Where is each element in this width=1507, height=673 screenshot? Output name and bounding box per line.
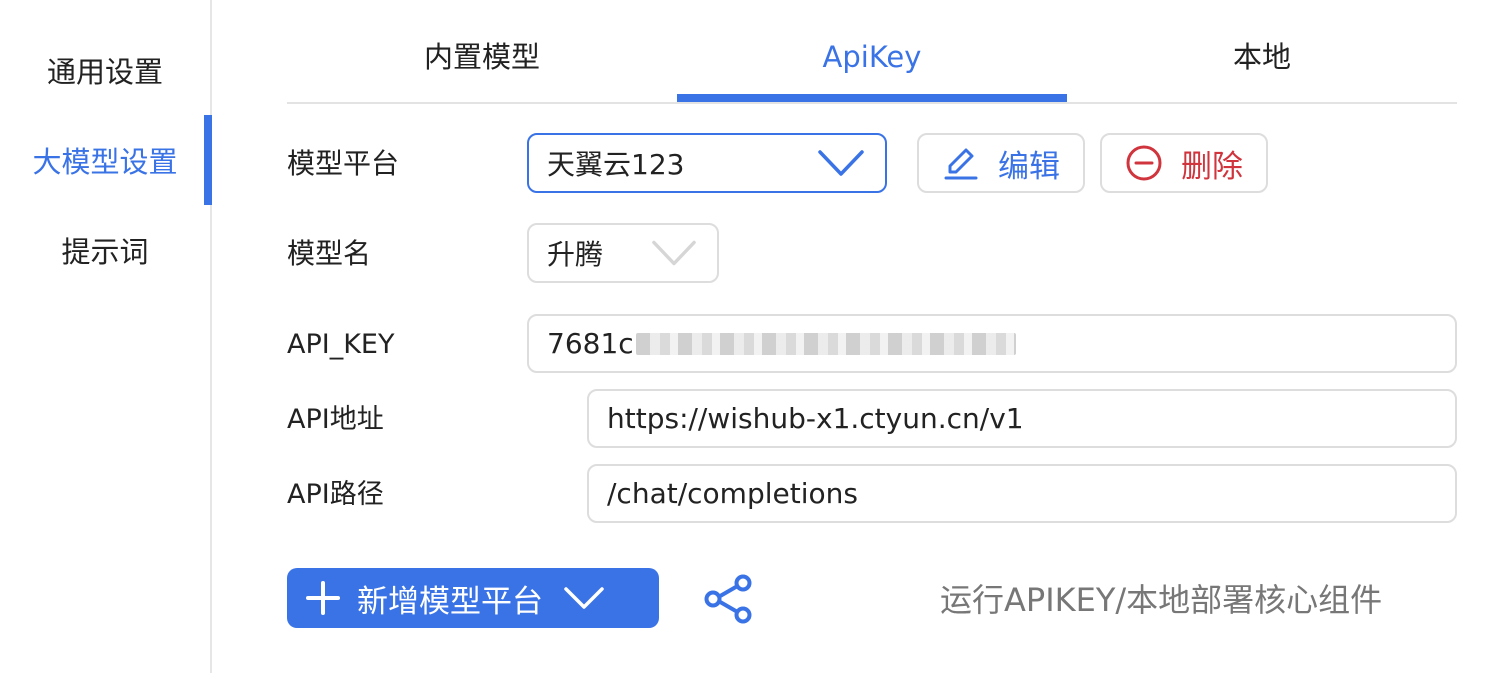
tab-label: ApiKey <box>822 40 922 74</box>
add-model-platform-button[interactable]: 新增模型平台 <box>287 568 659 628</box>
core-component-link[interactable]: 运行APIKEY/本地部署核心组件 <box>940 578 1382 622</box>
sidebar-active-indicator <box>204 115 212 205</box>
platform-label: 模型平台 <box>287 147 400 180</box>
api-address-input[interactable]: https://wishub-x1.ctyun.cn/v1 <box>587 389 1457 448</box>
api-address-value: https://wishub-x1.ctyun.cn/v1 <box>607 402 1024 435</box>
tab-label: 内置模型 <box>423 40 540 74</box>
sidebar-item-general-settings[interactable]: 通用设置 <box>0 52 210 92</box>
add-model-platform-label: 新增模型平台 <box>357 583 543 620</box>
model-name-select[interactable]: 升腾 <box>527 223 719 283</box>
api-key-masked <box>635 332 1016 355</box>
share-icon[interactable] <box>704 574 754 624</box>
api-key-visible-prefix: 7681c <box>547 327 634 360</box>
tab-apikey[interactable]: ApiKey <box>677 30 1067 102</box>
api-path-input[interactable]: /chat/completions <box>587 464 1457 523</box>
delete-button[interactable]: 删除 <box>1100 133 1268 193</box>
api-path-value: /chat/completions <box>607 477 858 510</box>
api-address-label: API地址 <box>287 404 384 435</box>
sidebar-item-label: 提示词 <box>61 235 149 269</box>
model-name-select-value: 升腾 <box>547 238 604 271</box>
tab-builtin-models[interactable]: 内置模型 <box>287 30 677 100</box>
sidebar-item-llm-settings[interactable]: 大模型设置 <box>0 142 210 182</box>
api-path-label: API路径 <box>287 479 384 510</box>
chevron-down-icon <box>564 587 604 609</box>
pencil-icon <box>944 148 978 180</box>
sidebar-item-label: 通用设置 <box>46 55 163 89</box>
sidebar-item-prompts[interactable]: 提示词 <box>0 232 210 272</box>
model-source-tabs: 内置模型 ApiKey 本地 <box>287 30 1457 104</box>
edit-button-label: 编辑 <box>998 148 1060 185</box>
sidebar: 通用设置 大模型设置 提示词 <box>0 0 212 673</box>
chevron-down-icon <box>652 240 696 266</box>
edit-button[interactable]: 编辑 <box>917 133 1085 193</box>
minus-circle-icon <box>1126 145 1162 181</box>
tab-local[interactable]: 本地 <box>1067 30 1457 100</box>
platform-select-value: 天翼云123 <box>547 148 685 181</box>
platform-select[interactable]: 天翼云123 <box>527 133 887 193</box>
api-key-input[interactable]: 7681c <box>527 314 1457 373</box>
chevron-down-icon <box>818 150 864 176</box>
tab-label: 本地 <box>1232 40 1291 74</box>
model-name-label: 模型名 <box>287 237 372 270</box>
plus-icon <box>306 581 340 615</box>
sidebar-item-label: 大模型设置 <box>32 145 178 179</box>
api-key-label: API_KEY <box>287 329 395 360</box>
delete-button-label: 删除 <box>1181 148 1243 185</box>
